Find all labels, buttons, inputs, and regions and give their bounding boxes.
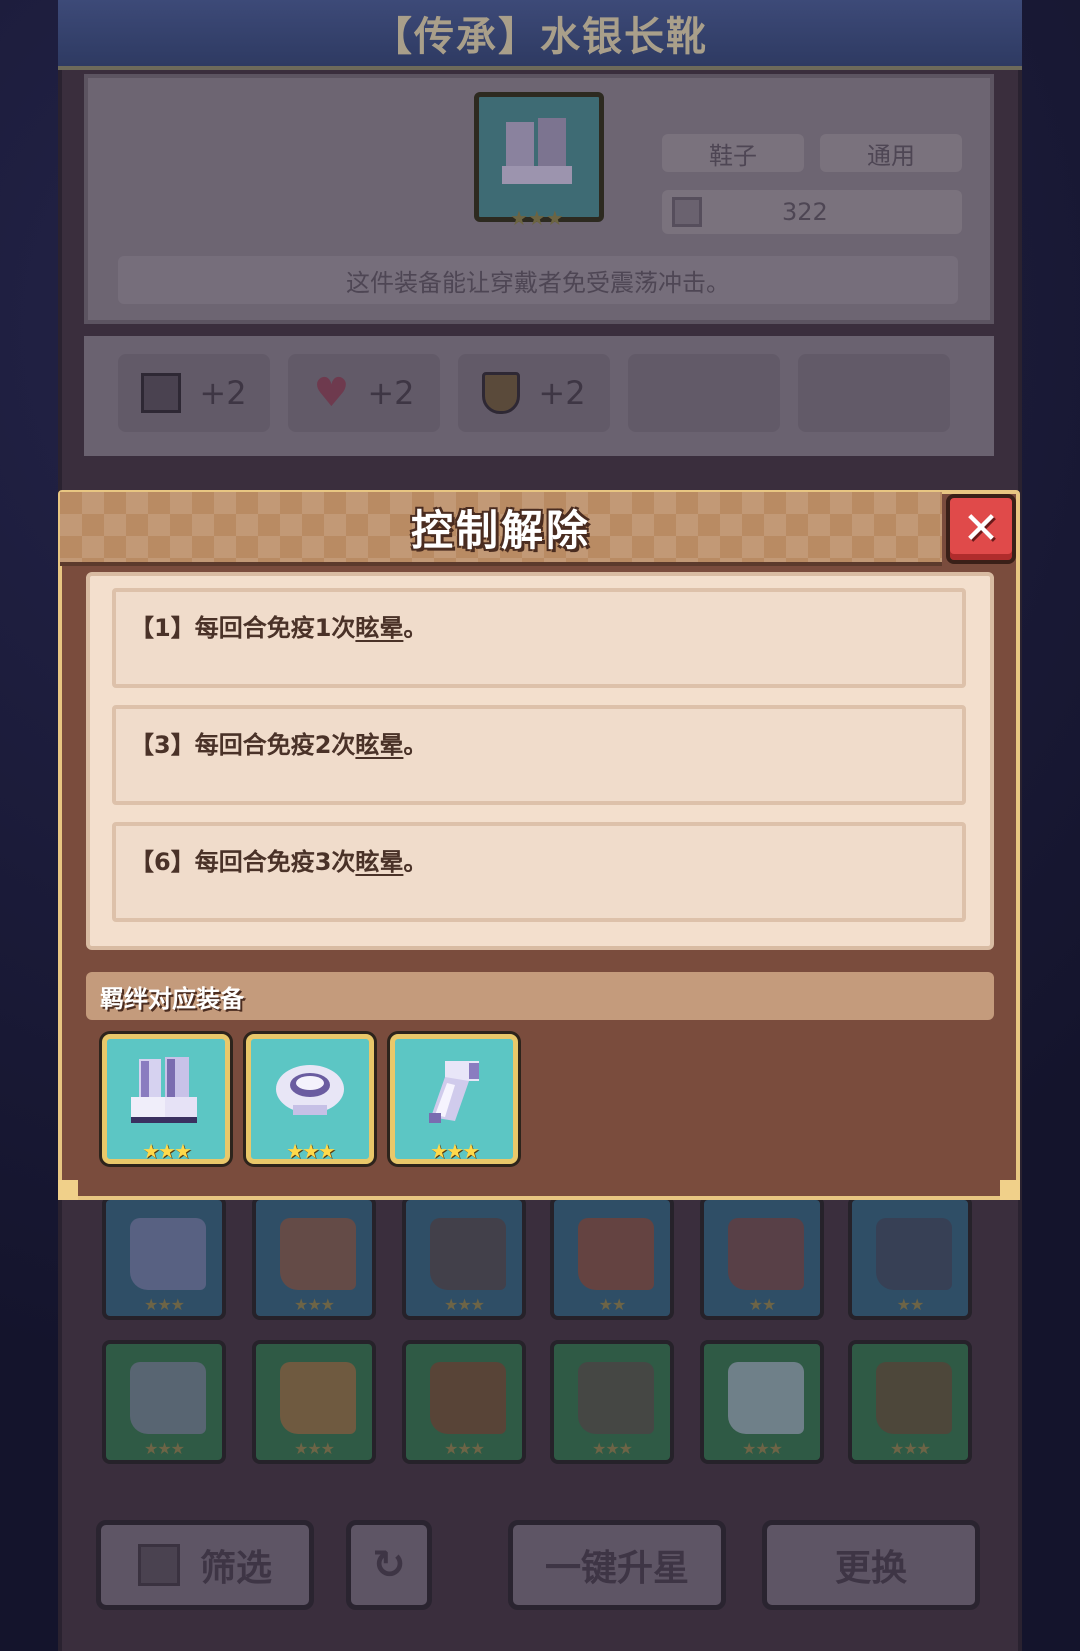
bond-item-stars: ★★★ — [286, 1139, 336, 1163]
effect-suffix: 。 — [403, 614, 428, 642]
slot-stars: ★★★ — [443, 1439, 485, 1458]
replace-button[interactable]: 更换 — [762, 1520, 980, 1610]
inventory-slot[interactable]: ★★★ — [848, 1340, 972, 1464]
shield-icon — [482, 372, 521, 414]
filter-label: 筛选 — [199, 1548, 272, 1589]
close-icon: ✕ — [962, 503, 1000, 554]
filter-button[interactable]: 筛选 — [96, 1520, 314, 1610]
slot-stars: ★★★ — [741, 1439, 783, 1458]
modal-corner — [1000, 1180, 1020, 1200]
bond-header-label: 羁绊对应装备 — [100, 984, 244, 1013]
inventory-slot[interactable]: ★★★ — [252, 1340, 376, 1464]
replace-label: 更换 — [834, 1548, 907, 1589]
boots-icon — [502, 118, 572, 184]
inventory-slot[interactable]: ★★★ — [102, 1196, 226, 1320]
bond-item-boots[interactable]: ★★★ — [102, 1034, 230, 1164]
slot-stars: ★★★ — [143, 1295, 185, 1314]
equipment-description: 这件装备能让穿戴者免受震荡冲击。 — [118, 256, 958, 304]
close-button[interactable]: ✕ — [946, 494, 1016, 564]
inventory-slot[interactable]: ★★★ — [550, 1340, 674, 1464]
stat-heart: ♥ +2 — [288, 354, 440, 432]
slot-stars: ★★★ — [889, 1439, 931, 1458]
refresh-button[interactable]: ↻ — [346, 1520, 432, 1610]
power-value: 322 — [782, 198, 828, 226]
slot-stars: ★★★ — [143, 1439, 185, 1458]
slot-stars: ★★★ — [293, 1295, 335, 1314]
modal-title: 控制解除 — [410, 505, 591, 555]
inventory-slot[interactable]: ★★★ — [252, 1196, 376, 1320]
effect-suffix: 。 — [403, 848, 428, 876]
effect-text: 【1】每回合免疫1次 — [130, 614, 356, 642]
bond-header: 羁绊对应装备 — [86, 972, 994, 1020]
stat-shield: +2 — [458, 354, 610, 432]
keyword-link[interactable]: 眩晕 — [355, 848, 403, 876]
power-icon — [672, 197, 702, 227]
boots-icon — [131, 1057, 197, 1123]
stat-book: +2 — [118, 354, 270, 432]
bond-item-stars: ★★★ — [142, 1139, 192, 1163]
bond-item-stars: ★★★ — [430, 1139, 480, 1163]
effect-text: 【3】每回合免疫2次 — [130, 731, 356, 759]
effect-text: 【6】每回合免疫3次 — [130, 848, 356, 876]
modal-corner — [58, 1180, 78, 1200]
stat-value: +2 — [538, 374, 586, 412]
stat-value: +2 — [199, 374, 247, 412]
inventory-slot[interactable]: ★★ — [550, 1196, 674, 1320]
inventory-slot[interactable]: ★★★ — [402, 1196, 526, 1320]
inventory-slot[interactable]: ★★★ — [700, 1340, 824, 1464]
inventory-slot[interactable]: ★★ — [700, 1196, 824, 1320]
book-icon — [141, 373, 182, 413]
type-label: 鞋子 — [662, 134, 804, 172]
slot-stars: ★★★ — [443, 1295, 485, 1314]
inventory-slot[interactable]: ★★ — [848, 1196, 972, 1320]
stat-empty — [628, 354, 780, 432]
bond-item-glove[interactable]: ★★★ — [390, 1034, 518, 1164]
upgrade-all-button[interactable]: 一键升星 — [508, 1520, 726, 1610]
cape-icon — [276, 1065, 344, 1115]
effect-suffix: 。 — [403, 731, 428, 759]
keyword-link[interactable]: 眩晕 — [355, 731, 403, 759]
equipment-main-slot — [474, 92, 604, 222]
effect-row: 【1】每回合免疫1次眩晕。 — [112, 588, 966, 688]
bond-item-cape[interactable]: ★★★ — [246, 1034, 374, 1164]
stat-empty — [798, 354, 950, 432]
refresh-icon: ↻ — [372, 1542, 406, 1588]
equipment-title: 【传承】水银长靴 — [58, 0, 1022, 70]
upgrade-all-label: 一键升星 — [544, 1548, 689, 1589]
slot-stars: ★★★ — [293, 1439, 335, 1458]
effect-row: 【3】每回合免疫2次眩晕。 — [112, 705, 966, 805]
inventory-slot[interactable]: ★★★ — [402, 1340, 526, 1464]
glove-icon — [429, 1061, 479, 1123]
effect-row: 【6】每回合免疫3次眩晕。 — [112, 822, 966, 922]
slot-stars: ★★ — [748, 1295, 777, 1314]
keyword-link[interactable]: 眩晕 — [355, 614, 403, 642]
class-label: 通用 — [820, 134, 962, 172]
slot-stars: ★★★ — [591, 1439, 633, 1458]
inventory-slot[interactable]: ★★★ — [102, 1340, 226, 1464]
slot-stars: ★★ — [598, 1295, 627, 1314]
slot-stars: ★★ — [896, 1295, 925, 1314]
heart-icon: ♥ — [313, 370, 350, 416]
modal-header: 控制解除 — [60, 492, 942, 566]
equipment-stars: ★★★ — [510, 206, 564, 230]
grid-icon — [137, 1544, 180, 1586]
stat-value: +2 — [367, 374, 415, 412]
power-box: 322 — [662, 190, 962, 234]
